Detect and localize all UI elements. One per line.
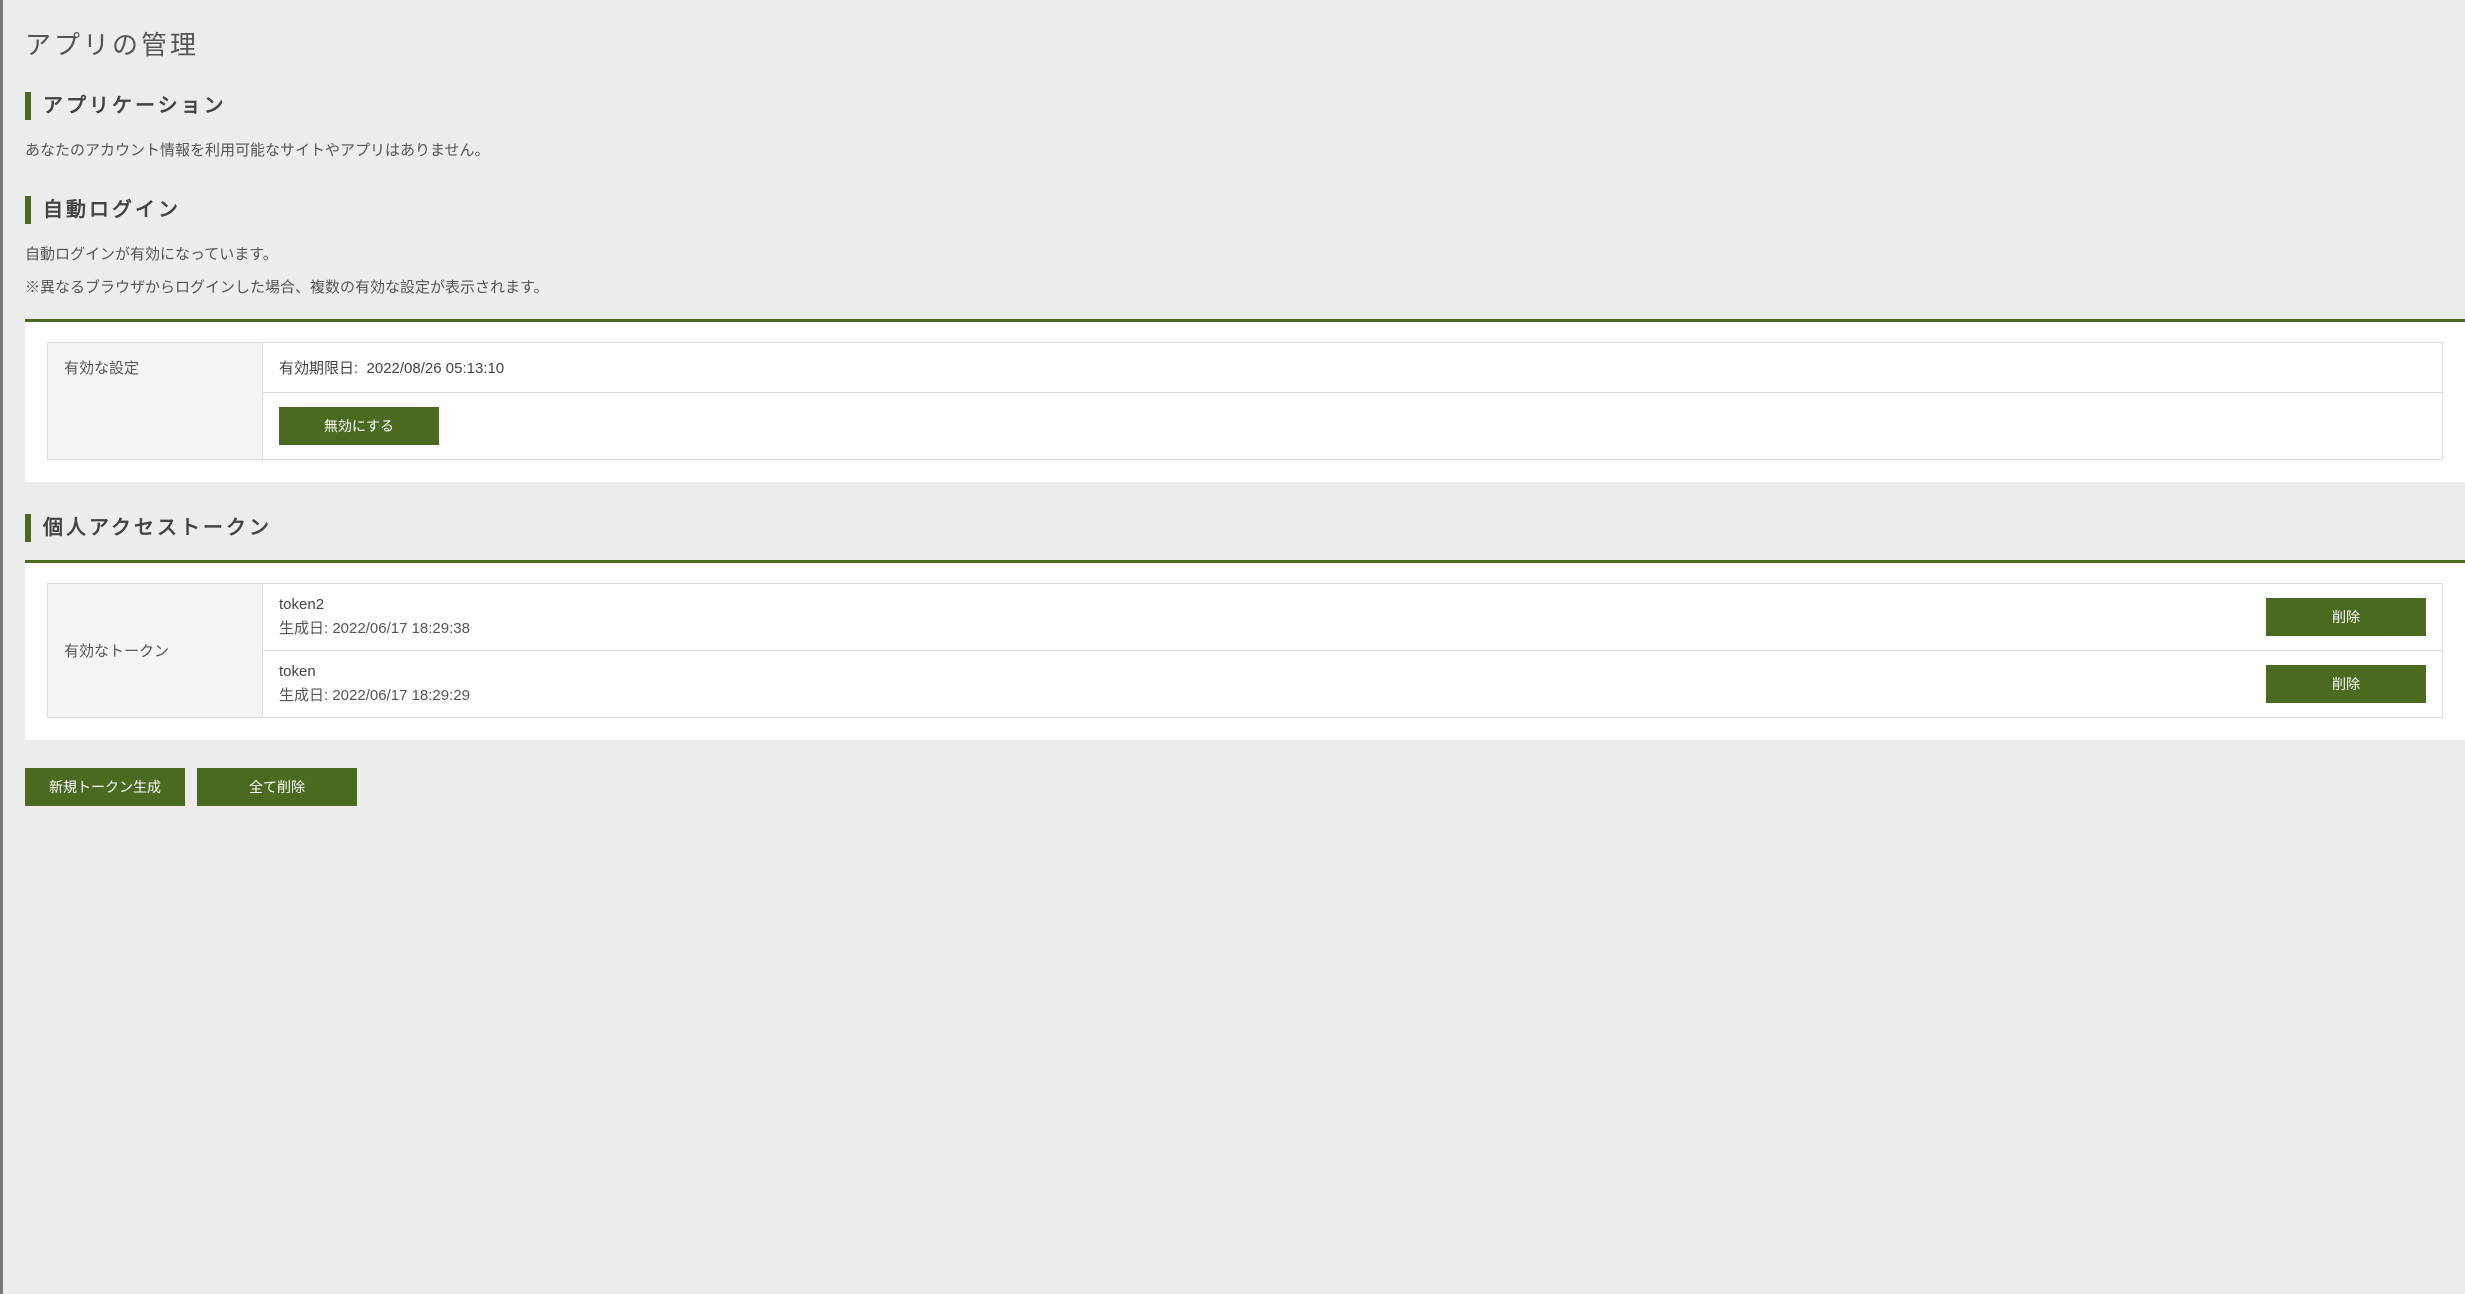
token-created-label: 生成日:: [279, 687, 328, 704]
token-created-value: 2022/06/17 18:29:38: [332, 620, 470, 637]
disable-autologin-button[interactable]: 無効にする: [279, 407, 439, 445]
application-section: アプリケーション あなたのアカウント情報を利用可能なサイトやアプリはありません。: [25, 92, 2465, 164]
token-name: token: [279, 663, 2234, 680]
tokens-panel: 有効なトークン token2 生成日: 2022/06/17 18:29:38 …: [25, 560, 2465, 740]
token-name: token2: [279, 596, 2234, 613]
autologin-message-2: ※異なるブラウザからログインした場合、複数の有効な設定が表示されます。: [25, 275, 2465, 301]
page-title: アプリの管理: [25, 25, 2465, 62]
autologin-expiry-label: 有効期限日:: [279, 360, 358, 377]
token-created-value: 2022/06/17 18:29:29: [332, 687, 470, 704]
application-header: アプリケーション: [25, 92, 2465, 120]
token-info: token 生成日: 2022/06/17 18:29:29: [263, 650, 2251, 717]
autologin-message-1: 自動ログインが有効になっています。: [25, 242, 2465, 268]
new-token-button[interactable]: 新規トークン生成: [25, 768, 185, 806]
autologin-panel: 有効な設定 有効期限日: 2022/08/26 05:13:10 無効にする: [25, 319, 2465, 482]
autologin-header: 自動ログイン: [25, 196, 2465, 224]
token-created-label: 生成日:: [279, 620, 328, 637]
autologin-expiry-cell: 有効期限日: 2022/08/26 05:13:10: [263, 342, 2443, 392]
autologin-expiry-value: 2022/08/26 05:13:10: [367, 360, 505, 377]
delete-token-button[interactable]: 削除: [2266, 665, 2426, 703]
delete-all-tokens-button[interactable]: 全て削除: [197, 768, 357, 806]
application-message: あなたのアカウント情報を利用可能なサイトやアプリはありません。: [25, 138, 2465, 164]
autologin-section: 自動ログイン 自動ログインが有効になっています。 ※異なるブラウザからログインし…: [25, 196, 2465, 482]
tokens-row-label: 有効なトークン: [48, 583, 263, 717]
delete-token-button[interactable]: 削除: [2266, 598, 2426, 636]
tokens-section: 個人アクセストークン 有効なトークン token2 生成日: 2022/06/1…: [25, 514, 2465, 806]
tokens-header: 個人アクセストークン: [25, 514, 2465, 542]
autologin-row-label: 有効な設定: [48, 342, 263, 459]
token-info: token2 生成日: 2022/06/17 18:29:38: [263, 583, 2251, 650]
